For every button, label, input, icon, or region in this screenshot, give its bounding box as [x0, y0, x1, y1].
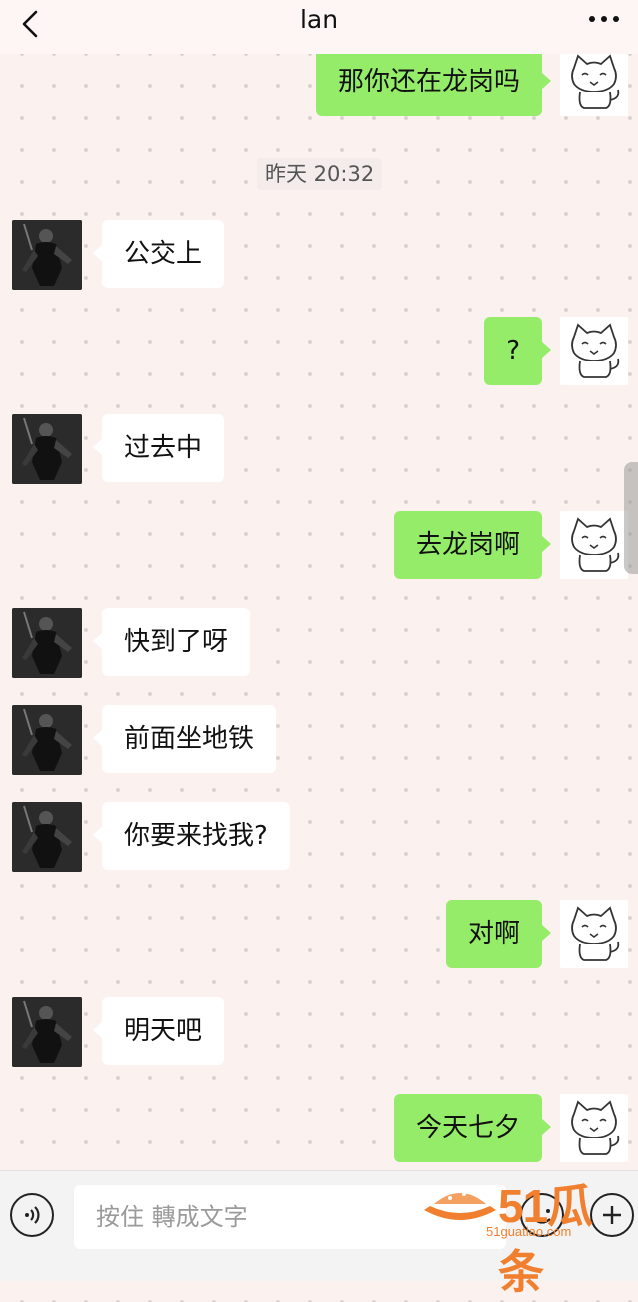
my-avatar[interactable]	[560, 1094, 628, 1162]
contact-avatar[interactable]	[12, 608, 82, 678]
contact-avatar[interactable]	[12, 220, 82, 290]
voice-button[interactable]	[10, 1193, 54, 1237]
contact-avatar[interactable]	[12, 997, 82, 1067]
more-icon	[589, 16, 619, 22]
my-avatar[interactable]	[560, 511, 628, 579]
outgoing-message-bubble[interactable]: 去龙岗啊	[393, 511, 552, 579]
chat-title: lan	[299, 5, 339, 34]
message-timestamp: 昨天 20:32	[257, 158, 383, 190]
outgoing-message-bubble[interactable]: 今天七夕	[393, 1094, 552, 1162]
watermark-logo-icon	[424, 1192, 496, 1220]
watermark: 51瓜条 51guatiao.com	[420, 1176, 620, 1298]
incoming-message-bubble[interactable]: 明天吧	[92, 997, 225, 1065]
outgoing-message-bubble[interactable]: 对啊	[445, 900, 552, 968]
more-button[interactable]	[582, 4, 626, 34]
contact-avatar[interactable]	[12, 414, 82, 484]
outgoing-message-bubble[interactable]: 那你还在龙岗吗	[315, 48, 552, 116]
contact-avatar[interactable]	[12, 705, 82, 775]
chat-header: lan	[0, 0, 638, 54]
voice-icon	[25, 1206, 40, 1224]
my-avatar[interactable]	[560, 48, 628, 116]
incoming-message-bubble[interactable]: 公交上	[92, 220, 225, 288]
scroll-handle[interactable]	[624, 462, 638, 574]
outgoing-message-bubble[interactable]: ?	[484, 317, 551, 385]
my-avatar[interactable]	[560, 317, 628, 385]
watermark-url: 51guatiao.com	[486, 1224, 572, 1239]
my-avatar[interactable]	[560, 900, 628, 968]
contact-avatar[interactable]	[12, 802, 82, 872]
incoming-message-bubble[interactable]: 你要来找我?	[93, 802, 290, 870]
incoming-message-bubble[interactable]: 前面坐地铁	[92, 705, 277, 773]
incoming-message-bubble[interactable]: 过去中	[92, 414, 225, 482]
incoming-message-bubble[interactable]: 快到了呀	[92, 608, 251, 676]
